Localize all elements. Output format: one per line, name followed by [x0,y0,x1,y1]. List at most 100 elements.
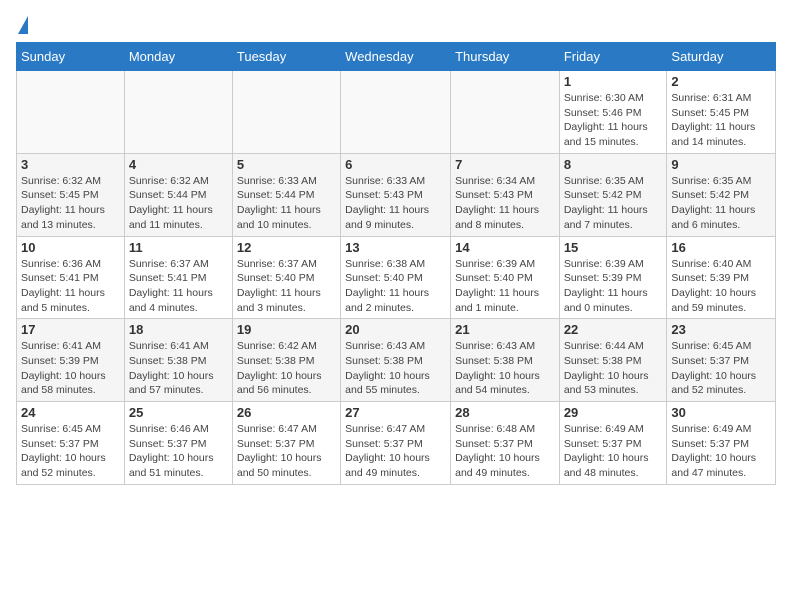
calendar-cell: 22 Sunrise: 6:44 AM Sunset: 5:38 PM Dayli… [559,319,667,402]
day-info: Sunrise: 6:48 AM Sunset: 5:37 PM Dayligh… [455,422,555,481]
day-number: 17 [21,322,120,337]
day-info: Sunrise: 6:32 AM Sunset: 5:45 PM Dayligh… [21,174,120,233]
day-number: 19 [237,322,336,337]
calendar: SundayMondayTuesdayWednesdayThursdayFrid… [16,42,776,485]
calendar-cell: 3 Sunrise: 6:32 AM Sunset: 5:45 PM Daylig… [17,153,125,236]
calendar-cell: 12 Sunrise: 6:37 AM Sunset: 5:40 PM Dayli… [232,236,340,319]
day-number: 20 [345,322,446,337]
day-info: Sunrise: 6:45 AM Sunset: 5:37 PM Dayligh… [671,339,771,398]
day-info: Sunrise: 6:41 AM Sunset: 5:38 PM Dayligh… [129,339,228,398]
day-info: Sunrise: 6:34 AM Sunset: 5:43 PM Dayligh… [455,174,555,233]
calendar-cell: 2 Sunrise: 6:31 AM Sunset: 5:45 PM Daylig… [667,71,776,154]
week-row-1: 1 Sunrise: 6:30 AM Sunset: 5:46 PM Daylig… [17,71,776,154]
day-number: 15 [564,240,663,255]
calendar-header-row: SundayMondayTuesdayWednesdayThursdayFrid… [17,43,776,71]
calendar-cell: 16Sunrise: 6:40 AM Sunset: 5:39 PM Dayli… [667,236,776,319]
day-info: Sunrise: 6:36 AM Sunset: 5:41 PM Dayligh… [21,257,120,316]
column-header-friday: Friday [559,43,667,71]
day-info: Sunrise: 6:49 AM Sunset: 5:37 PM Dayligh… [564,422,663,481]
calendar-cell: 1 Sunrise: 6:30 AM Sunset: 5:46 PM Daylig… [559,71,667,154]
day-info: Sunrise: 6:33 AM Sunset: 5:43 PM Dayligh… [345,174,446,233]
day-number: 24 [21,405,120,420]
day-number: 30 [671,405,771,420]
day-info: Sunrise: 6:32 AM Sunset: 5:44 PM Dayligh… [129,174,228,233]
column-header-sunday: Sunday [17,43,125,71]
week-row-5: 24 Sunrise: 6:45 AM Sunset: 5:37 PM Dayli… [17,402,776,485]
day-info: Sunrise: 6:41 AM Sunset: 5:39 PM Dayligh… [21,339,120,398]
day-info: Sunrise: 6:30 AM Sunset: 5:46 PM Dayligh… [564,91,663,150]
calendar-cell: 26 Sunrise: 6:47 AM Sunset: 5:37 PM Dayli… [232,402,340,485]
day-info: Sunrise: 6:42 AM Sunset: 5:38 PM Dayligh… [237,339,336,398]
calendar-cell: 28 Sunrise: 6:48 AM Sunset: 5:37 PM Dayli… [451,402,560,485]
day-number: 22 [564,322,663,337]
day-number: 9 [671,157,771,172]
header [16,16,776,34]
day-info: Sunrise: 6:45 AM Sunset: 5:37 PM Dayligh… [21,422,120,481]
column-header-wednesday: Wednesday [341,43,451,71]
calendar-cell: 27Sunrise: 6:47 AM Sunset: 5:37 PM Dayli… [341,402,451,485]
calendar-cell: 17 Sunrise: 6:41 AM Sunset: 5:39 PM Dayli… [17,319,125,402]
calendar-cell: 20Sunrise: 6:43 AM Sunset: 5:38 PM Dayli… [341,319,451,402]
day-number: 10 [21,240,120,255]
calendar-cell: 13 Sunrise: 6:38 AM Sunset: 5:40 PM Dayli… [341,236,451,319]
day-info: Sunrise: 6:38 AM Sunset: 5:40 PM Dayligh… [345,257,446,316]
calendar-cell [341,71,451,154]
day-info: Sunrise: 6:37 AM Sunset: 5:40 PM Dayligh… [237,257,336,316]
day-number: 7 [455,157,555,172]
day-number: 3 [21,157,120,172]
column-header-monday: Monday [124,43,232,71]
day-number: 4 [129,157,228,172]
day-number: 28 [455,405,555,420]
week-row-3: 10 Sunrise: 6:36 AM Sunset: 5:41 PM Dayli… [17,236,776,319]
day-info: Sunrise: 6:39 AM Sunset: 5:39 PM Dayligh… [564,257,663,316]
calendar-cell [124,71,232,154]
day-number: 8 [564,157,663,172]
calendar-cell: 9 Sunrise: 6:35 AM Sunset: 5:42 PM Daylig… [667,153,776,236]
calendar-cell: 19 Sunrise: 6:42 AM Sunset: 5:38 PM Dayli… [232,319,340,402]
day-info: Sunrise: 6:33 AM Sunset: 5:44 PM Dayligh… [237,174,336,233]
day-number: 2 [671,74,771,89]
calendar-cell: 8 Sunrise: 6:35 AM Sunset: 5:42 PM Daylig… [559,153,667,236]
calendar-cell [451,71,560,154]
day-number: 23 [671,322,771,337]
column-header-tuesday: Tuesday [232,43,340,71]
calendar-cell: 6 Sunrise: 6:33 AM Sunset: 5:43 PM Daylig… [341,153,451,236]
day-info: Sunrise: 6:35 AM Sunset: 5:42 PM Dayligh… [564,174,663,233]
calendar-cell: 24 Sunrise: 6:45 AM Sunset: 5:37 PM Dayli… [17,402,125,485]
day-info: Sunrise: 6:43 AM Sunset: 5:38 PM Dayligh… [455,339,555,398]
calendar-cell: 18 Sunrise: 6:41 AM Sunset: 5:38 PM Dayli… [124,319,232,402]
calendar-cell: 4 Sunrise: 6:32 AM Sunset: 5:44 PM Daylig… [124,153,232,236]
day-number: 6 [345,157,446,172]
calendar-cell: 29Sunrise: 6:49 AM Sunset: 5:37 PM Dayli… [559,402,667,485]
day-info: Sunrise: 6:35 AM Sunset: 5:42 PM Dayligh… [671,174,771,233]
day-info: Sunrise: 6:40 AM Sunset: 5:39 PM Dayligh… [671,257,771,316]
calendar-cell: 7 Sunrise: 6:34 AM Sunset: 5:43 PM Daylig… [451,153,560,236]
calendar-cell: 30 Sunrise: 6:49 AM Sunset: 5:37 PM Dayli… [667,402,776,485]
day-number: 21 [455,322,555,337]
calendar-cell: 25Sunrise: 6:46 AM Sunset: 5:37 PM Dayli… [124,402,232,485]
calendar-cell: 10 Sunrise: 6:36 AM Sunset: 5:41 PM Dayli… [17,236,125,319]
day-info: Sunrise: 6:44 AM Sunset: 5:38 PM Dayligh… [564,339,663,398]
day-number: 14 [455,240,555,255]
day-number: 1 [564,74,663,89]
day-info: Sunrise: 6:37 AM Sunset: 5:41 PM Dayligh… [129,257,228,316]
day-info: Sunrise: 6:47 AM Sunset: 5:37 PM Dayligh… [345,422,446,481]
calendar-cell: 21 Sunrise: 6:43 AM Sunset: 5:38 PM Dayli… [451,319,560,402]
calendar-cell: 14 Sunrise: 6:39 AM Sunset: 5:40 PM Dayli… [451,236,560,319]
day-number: 13 [345,240,446,255]
day-info: Sunrise: 6:46 AM Sunset: 5:37 PM Dayligh… [129,422,228,481]
day-number: 11 [129,240,228,255]
day-number: 18 [129,322,228,337]
day-info: Sunrise: 6:31 AM Sunset: 5:45 PM Dayligh… [671,91,771,150]
day-info: Sunrise: 6:49 AM Sunset: 5:37 PM Dayligh… [671,422,771,481]
calendar-cell: 5Sunrise: 6:33 AM Sunset: 5:44 PM Daylig… [232,153,340,236]
calendar-cell: 11 Sunrise: 6:37 AM Sunset: 5:41 PM Dayli… [124,236,232,319]
column-header-thursday: Thursday [451,43,560,71]
column-header-saturday: Saturday [667,43,776,71]
day-number: 12 [237,240,336,255]
day-info: Sunrise: 6:39 AM Sunset: 5:40 PM Dayligh… [455,257,555,316]
day-number: 26 [237,405,336,420]
week-row-2: 3 Sunrise: 6:32 AM Sunset: 5:45 PM Daylig… [17,153,776,236]
week-row-4: 17 Sunrise: 6:41 AM Sunset: 5:39 PM Dayli… [17,319,776,402]
day-info: Sunrise: 6:47 AM Sunset: 5:37 PM Dayligh… [237,422,336,481]
